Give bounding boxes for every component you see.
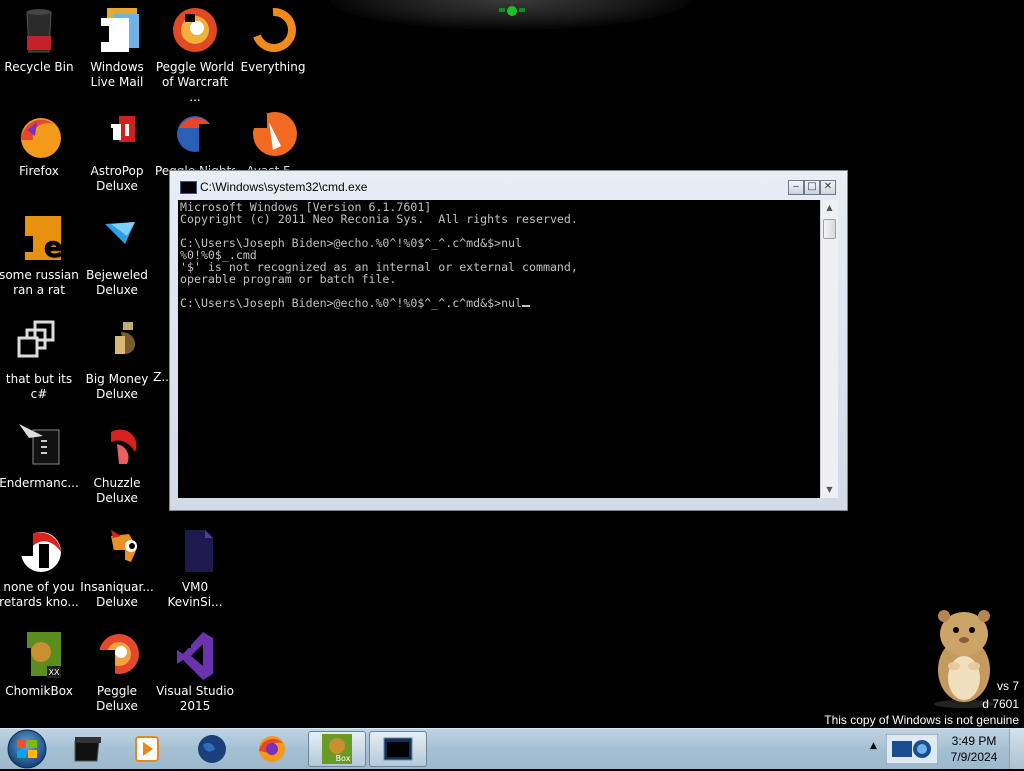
watermark-build: d 7601: [982, 697, 1019, 711]
watermark-os-name: vs 7: [996, 679, 1019, 693]
scroll-down-button[interactable]: ▼: [821, 482, 838, 498]
globe-icon: [198, 735, 226, 763]
app-icon: [15, 532, 61, 572]
taskbar-item-globe[interactable]: [183, 731, 241, 767]
show-hidden-icons-button[interactable]: ▲: [870, 741, 877, 751]
desktop-icon-firefox[interactable]: Firefox: [0, 110, 79, 179]
desktop-icon-big-money[interactable]: Big Money Deluxe: [77, 318, 157, 402]
avast-icon: [251, 112, 297, 156]
desktop-icon-avast[interactable]: Avast F...: [233, 110, 313, 179]
desktop-icon-russian-rat[interactable]: e some russian ran a rat: [0, 214, 79, 298]
mail-icon: [95, 8, 139, 52]
console-output[interactable]: Microsoft Windows [Version 6.1.7601] Cop…: [178, 200, 820, 498]
network-tray-icon[interactable]: [886, 734, 938, 764]
clock-date: 7/9/2024: [950, 750, 998, 764]
console-line: operable program or batch file.: [180, 272, 397, 286]
svg-text:Box: Box: [336, 754, 351, 763]
taskbar-item-cmd[interactable]: [369, 731, 427, 767]
firefox-icon: [21, 118, 61, 158]
desktop-icon-visual-studio[interactable]: Visual Studio 2015: [155, 630, 235, 714]
cursor-app-icon: [19, 424, 60, 465]
desktop-icon-none-of-you[interactable]: none of you retards kno...: [0, 526, 79, 610]
peggle-icon: [95, 634, 139, 678]
desktop-icon-chomikbox[interactable]: XX ChomikBox: [0, 630, 79, 699]
green-light-icon: [499, 6, 525, 16]
show-desktop-button[interactable]: [1009, 729, 1024, 769]
astropop-icon: [95, 116, 135, 144]
chomikbox-icon: Box: [322, 734, 352, 764]
minimize-button[interactable]: ‒: [788, 180, 804, 195]
close-button[interactable]: ✕: [820, 180, 836, 195]
desktop-icon-windows-live-mail[interactable]: Windows Live Mail: [77, 6, 157, 90]
taskbar-item-firefox[interactable]: [243, 731, 301, 767]
text-cursor: [522, 305, 531, 307]
media-player-icon: [135, 736, 159, 762]
cmd-window-title: C:\Windows\system32\cmd.exe: [200, 180, 368, 194]
taskbar-clock[interactable]: 3:49 PM 7/9/2024: [940, 733, 1008, 765]
desktop-icon-recycle-bin[interactable]: Recycle Bin: [0, 6, 79, 75]
taskbar-item-chomikbox[interactable]: Box: [308, 731, 366, 767]
desktop-icon-astropop[interactable]: AstroPop Deluxe: [77, 110, 157, 194]
desktop-icon-bejeweled[interactable]: Bejeweled Deluxe: [77, 214, 157, 298]
cmd-icon: [180, 181, 197, 194]
desktop-icon-endermanch[interactable]: Endermanc...: [0, 422, 79, 491]
peggle-nights-icon: [177, 116, 217, 154]
shortcut-icon: [17, 320, 55, 358]
black-box-icon: [74, 737, 101, 762]
desktop-icon-peggle-nights[interactable]: Peggle Nights: [155, 110, 235, 179]
insaniquarium-icon: [109, 530, 137, 570]
desktop-icon-chuzzle[interactable]: Chuzzle Deluxe: [77, 422, 157, 506]
cmd-icon: [383, 737, 413, 761]
bejeweled-icon: [105, 222, 135, 244]
everything-search-icon: [253, 7, 296, 52]
desktop-icon-that-but-its-cs[interactable]: that but its c#: [0, 318, 79, 402]
console-line: Copyright (c) 2011 Neo Reconia Sys. All …: [180, 212, 578, 226]
vertical-scrollbar[interactable]: ▲ ▼: [820, 200, 838, 498]
peggle-wow-icon: [173, 8, 217, 52]
desktop-icon-peggle-wow[interactable]: Peggle World of Warcraft ...: [155, 6, 235, 105]
taskbar: Box ▲ 3:49 PM 7/9/2024: [0, 728, 1024, 769]
recycle-bin-icon: [26, 9, 52, 53]
desktop-icon-insaniquarium[interactable]: Insaniquar... Deluxe: [77, 526, 157, 610]
chomikbox-icon: XX: [17, 632, 61, 678]
scroll-thumb[interactable]: [823, 219, 836, 239]
desktop-icon-peggle-deluxe[interactable]: Peggle Deluxe: [77, 630, 157, 714]
cmd-titlebar[interactable]: C:\Windows\system32\cmd.exe ‒ □ ✕: [170, 171, 847, 201]
console-prompt-line: C:\Users\Joseph Biden>@echo.%0^!%0$^_^.c…: [180, 296, 523, 310]
svg-text:XX: XX: [49, 668, 60, 677]
big-money-icon: [115, 322, 136, 354]
clock-time: 3:49 PM: [951, 734, 997, 748]
start-button[interactable]: [3, 727, 51, 769]
watermark-not-genuine: This copy of Windows is not genuine: [824, 713, 1019, 727]
file-icon: [185, 530, 213, 572]
desktop-icon-vm0[interactable]: VM0 KevinSi...: [155, 526, 235, 610]
firefox-icon: [259, 736, 285, 762]
chuzzle-icon: [111, 429, 137, 464]
desktop-icon-everything[interactable]: Everything: [233, 6, 313, 75]
svg-text:e: e: [44, 230, 63, 263]
taskbar-item-media-player[interactable]: [118, 731, 176, 767]
visual-studio-icon: [173, 632, 213, 680]
taskbar-item-black-box[interactable]: [59, 731, 117, 767]
maximize-button[interactable]: □: [804, 180, 820, 195]
scroll-up-button[interactable]: ▲: [821, 200, 838, 216]
cmd-window[interactable]: C:\Windows\system32\cmd.exe ‒ □ ✕ Micros…: [169, 170, 848, 511]
document-icon: e: [15, 216, 63, 263]
